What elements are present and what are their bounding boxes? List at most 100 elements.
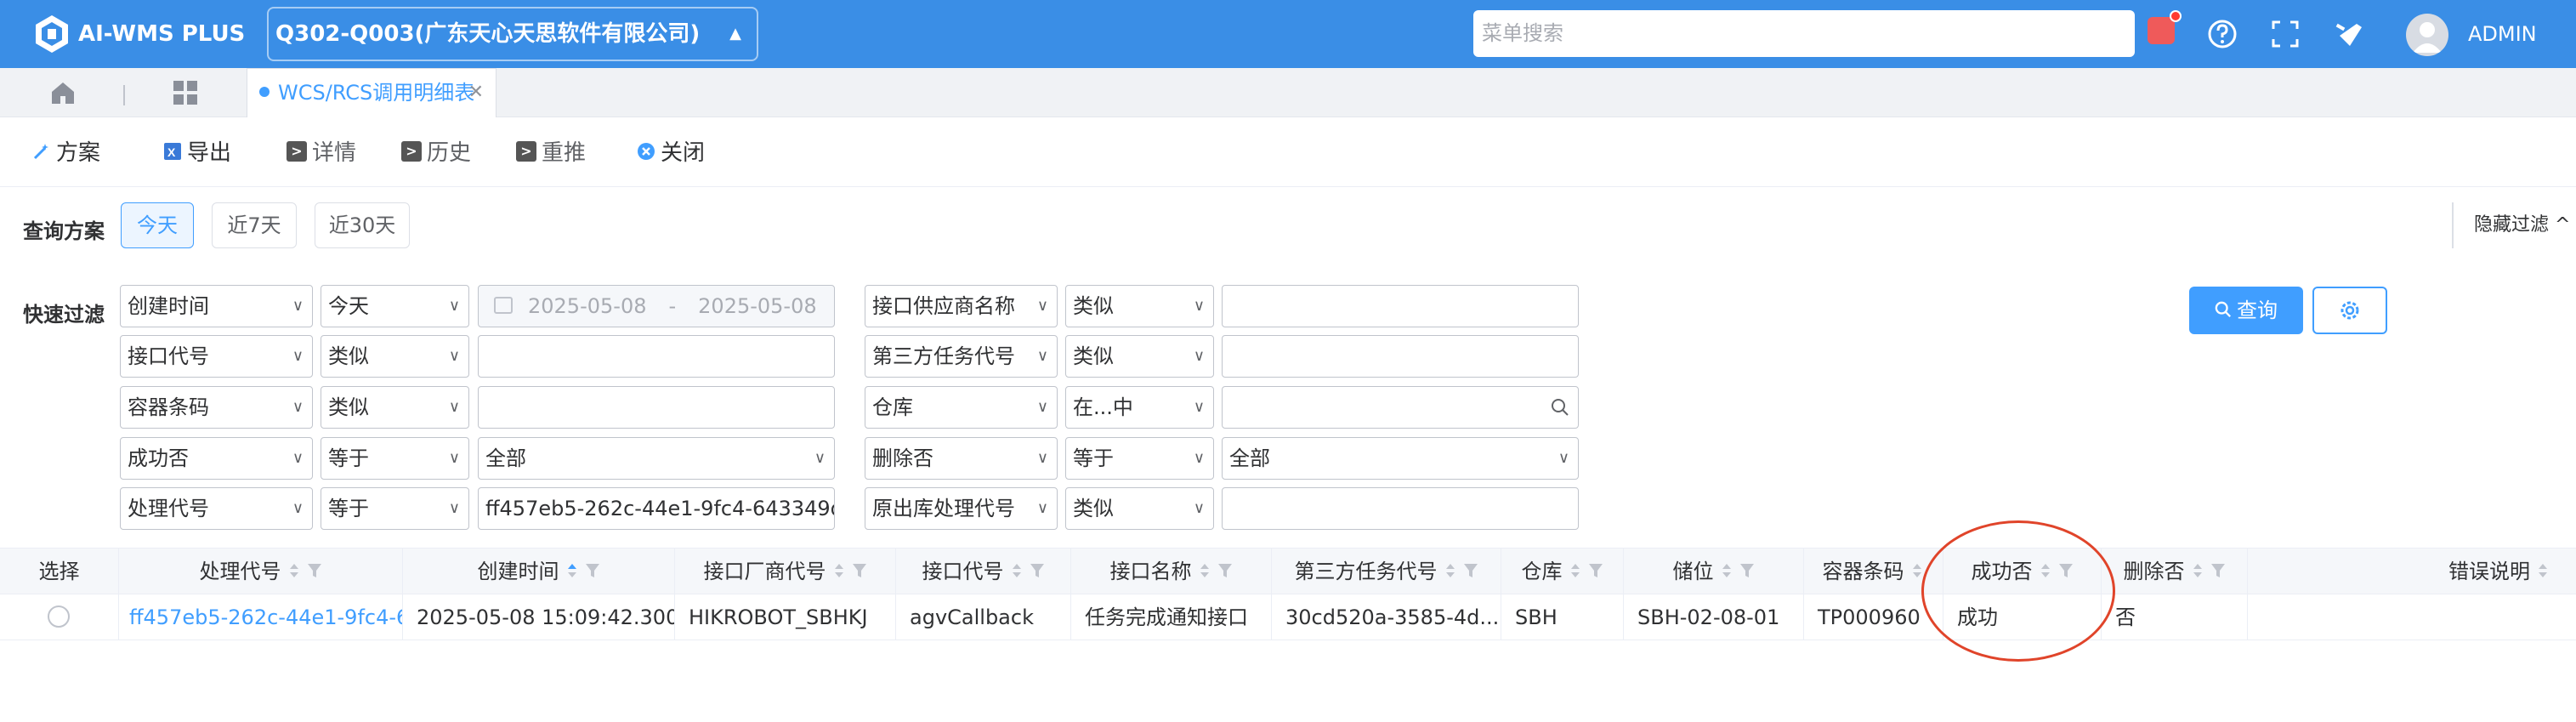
settings-button[interactable] xyxy=(2312,287,2387,334)
filter-op-select[interactable]: 类似 ∨ xyxy=(1065,285,1214,327)
sort-icon[interactable] xyxy=(2535,561,2550,580)
filter-icon[interactable] xyxy=(852,562,867,579)
close-button[interactable]: 关闭 xyxy=(637,136,705,170)
filter-field-select[interactable]: 成功否 ∨ xyxy=(120,437,313,480)
sort-icon[interactable] xyxy=(1197,561,1212,580)
date-range-input[interactable]: 2025-05-08-2025-05-08 xyxy=(478,285,835,327)
create-time-cell: 2025-05-08 15:09:42.300 xyxy=(403,594,675,640)
filter-icon[interactable] xyxy=(1030,562,1045,579)
chevron-down-icon: ∨ xyxy=(1036,347,1048,365)
filter-op-select[interactable]: 在...中 ∨ xyxy=(1065,386,1214,429)
detail-button[interactable]: > 详情 xyxy=(287,136,356,170)
filter-op-select[interactable]: 类似 ∨ xyxy=(1065,487,1214,530)
filter-value-input[interactable]: ff457eb5-262c-44e1-9fc4-643349da6 xyxy=(478,487,835,530)
col-deleted[interactable]: 删除否 xyxy=(2102,549,2248,595)
filter-field-select[interactable]: 创建时间 ∨ xyxy=(120,285,313,327)
select-value: 处理代号 xyxy=(128,497,209,520)
chevron-down-icon: ∨ xyxy=(448,449,460,467)
filter-icon[interactable] xyxy=(585,562,600,579)
close-tab-icon[interactable]: ✕ xyxy=(468,69,484,117)
plan-button[interactable]: 方案 xyxy=(32,136,100,170)
notification-icon[interactable] xyxy=(2148,17,2175,44)
filter-value-input[interactable] xyxy=(478,386,835,429)
filter-field-select[interactable]: 删除否 ∨ xyxy=(865,437,1058,480)
filter-field-select[interactable]: 接口供应商名称 ∨ xyxy=(865,285,1058,327)
filter-op-select[interactable]: 等于 ∨ xyxy=(321,487,469,530)
error-cell xyxy=(2248,594,2576,640)
hide-filter-button[interactable]: 隐藏过滤 ^ xyxy=(2452,202,2576,248)
chevron-down-icon: ∨ xyxy=(1036,449,1048,467)
tab-wcs-rcs-detail[interactable]: WCS/RCS调用明细表 ✕ xyxy=(247,68,496,117)
col-warehouse[interactable]: 仓库 xyxy=(1501,549,1624,595)
col-vendor-code[interactable]: 接口厂商代号 xyxy=(675,549,896,595)
filter-field-select[interactable]: 接口代号 ∨ xyxy=(120,335,313,378)
home-icon[interactable] xyxy=(49,80,77,105)
sort-icon[interactable] xyxy=(2190,561,2205,580)
filter-op-select[interactable]: 类似 ∨ xyxy=(1065,335,1214,378)
filter-value-input[interactable] xyxy=(1222,335,1579,378)
col-create-time[interactable]: 创建时间 xyxy=(403,549,675,595)
filter-op-select[interactable]: 类似 ∨ xyxy=(321,335,469,378)
query-label: 查询 xyxy=(2237,298,2278,322)
filter-op-select[interactable]: 等于 ∨ xyxy=(321,437,469,480)
user-name[interactable]: ADMIN xyxy=(2468,17,2537,51)
sort-icon[interactable] xyxy=(1443,561,1458,580)
col-third-party-task[interactable]: 第三方任务代号 xyxy=(1272,549,1501,595)
filter-op-select[interactable]: 今天 ∨ xyxy=(321,285,469,327)
filter-value-input[interactable] xyxy=(478,335,835,378)
sort-asc-icon[interactable] xyxy=(565,561,580,580)
sort-icon[interactable] xyxy=(287,561,302,580)
notification-dot-icon xyxy=(2170,10,2182,22)
select-value: 原出库处理代号 xyxy=(872,497,1015,520)
help-icon[interactable] xyxy=(2205,17,2239,51)
filter-icon[interactable] xyxy=(1739,562,1755,579)
sort-icon[interactable] xyxy=(1009,561,1024,580)
filter-op-select[interactable]: 等于 ∨ xyxy=(1065,437,1214,480)
filter-field-select[interactable]: 仓库 ∨ xyxy=(865,386,1058,429)
col-interface-name[interactable]: 接口名称 xyxy=(1071,549,1272,595)
repush-button[interactable]: > 重推 xyxy=(516,136,586,170)
col-interface-code[interactable]: 接口代号 xyxy=(896,549,1071,595)
col-location[interactable]: 储位 xyxy=(1624,549,1804,595)
plan-30days-button[interactable]: 近30天 xyxy=(315,202,410,248)
apps-grid-icon[interactable] xyxy=(172,80,199,105)
menu-search-input[interactable]: 菜单搜索 xyxy=(1473,10,2135,57)
filter-field-select[interactable]: 容器条码 ∨ xyxy=(120,386,313,429)
filter-op-select[interactable]: 类似 ∨ xyxy=(321,386,469,429)
filter-field-select[interactable]: 原出库处理代号 ∨ xyxy=(865,487,1058,530)
filter-field-select[interactable]: 处理代号 ∨ xyxy=(120,487,313,530)
filter-icon[interactable] xyxy=(2210,562,2226,579)
theme-brush-icon[interactable] xyxy=(2333,17,2367,51)
date-separator: - xyxy=(668,294,677,318)
warehouse-search-input[interactable] xyxy=(1222,386,1579,429)
col-error[interactable]: 错误说明 xyxy=(2248,549,2576,595)
sort-icon[interactable] xyxy=(1568,561,1583,580)
org-selector[interactable]: Q302-Q003(广东天心天思软件有限公司) ▲ xyxy=(267,7,758,61)
filter-icon[interactable] xyxy=(1463,562,1478,579)
row-select-radio[interactable] xyxy=(48,605,70,628)
sort-icon[interactable] xyxy=(831,561,847,580)
col-process-code[interactable]: 处理代号 xyxy=(119,549,403,595)
history-button[interactable]: > 历史 xyxy=(401,136,471,170)
select-value: 今天 xyxy=(328,294,369,318)
filter-icon[interactable] xyxy=(1217,562,1233,579)
sort-icon[interactable] xyxy=(1909,561,1925,580)
filter-value-select[interactable]: 全部 ∨ xyxy=(478,437,835,480)
table-row[interactable]: ff457eb5-262c-44e1-9fc4-64 2025-05-08 15… xyxy=(0,594,2576,640)
filter-icon[interactable] xyxy=(307,562,322,579)
query-button[interactable]: 查询 xyxy=(2189,287,2303,334)
search-icon[interactable] xyxy=(1551,398,1569,417)
avatar[interactable] xyxy=(2406,14,2448,56)
fullscreen-icon[interactable] xyxy=(2268,17,2302,51)
filter-value-input[interactable] xyxy=(1222,285,1579,327)
plan-today-button[interactable]: 今天 xyxy=(121,202,194,248)
process-code-link[interactable]: ff457eb5-262c-44e1-9fc4-64 xyxy=(119,594,403,640)
filter-value-input[interactable] xyxy=(1222,487,1579,530)
export-button[interactable]: X 导出 xyxy=(163,136,231,170)
filter-field-select[interactable]: 第三方任务代号 ∨ xyxy=(865,335,1058,378)
select-value: 类似 xyxy=(1073,294,1114,318)
plan-7days-button[interactable]: 近7天 xyxy=(212,202,297,248)
filter-value-select[interactable]: 全部 ∨ xyxy=(1222,437,1579,480)
sort-icon[interactable] xyxy=(1719,561,1734,580)
filter-icon[interactable] xyxy=(1588,562,1603,579)
